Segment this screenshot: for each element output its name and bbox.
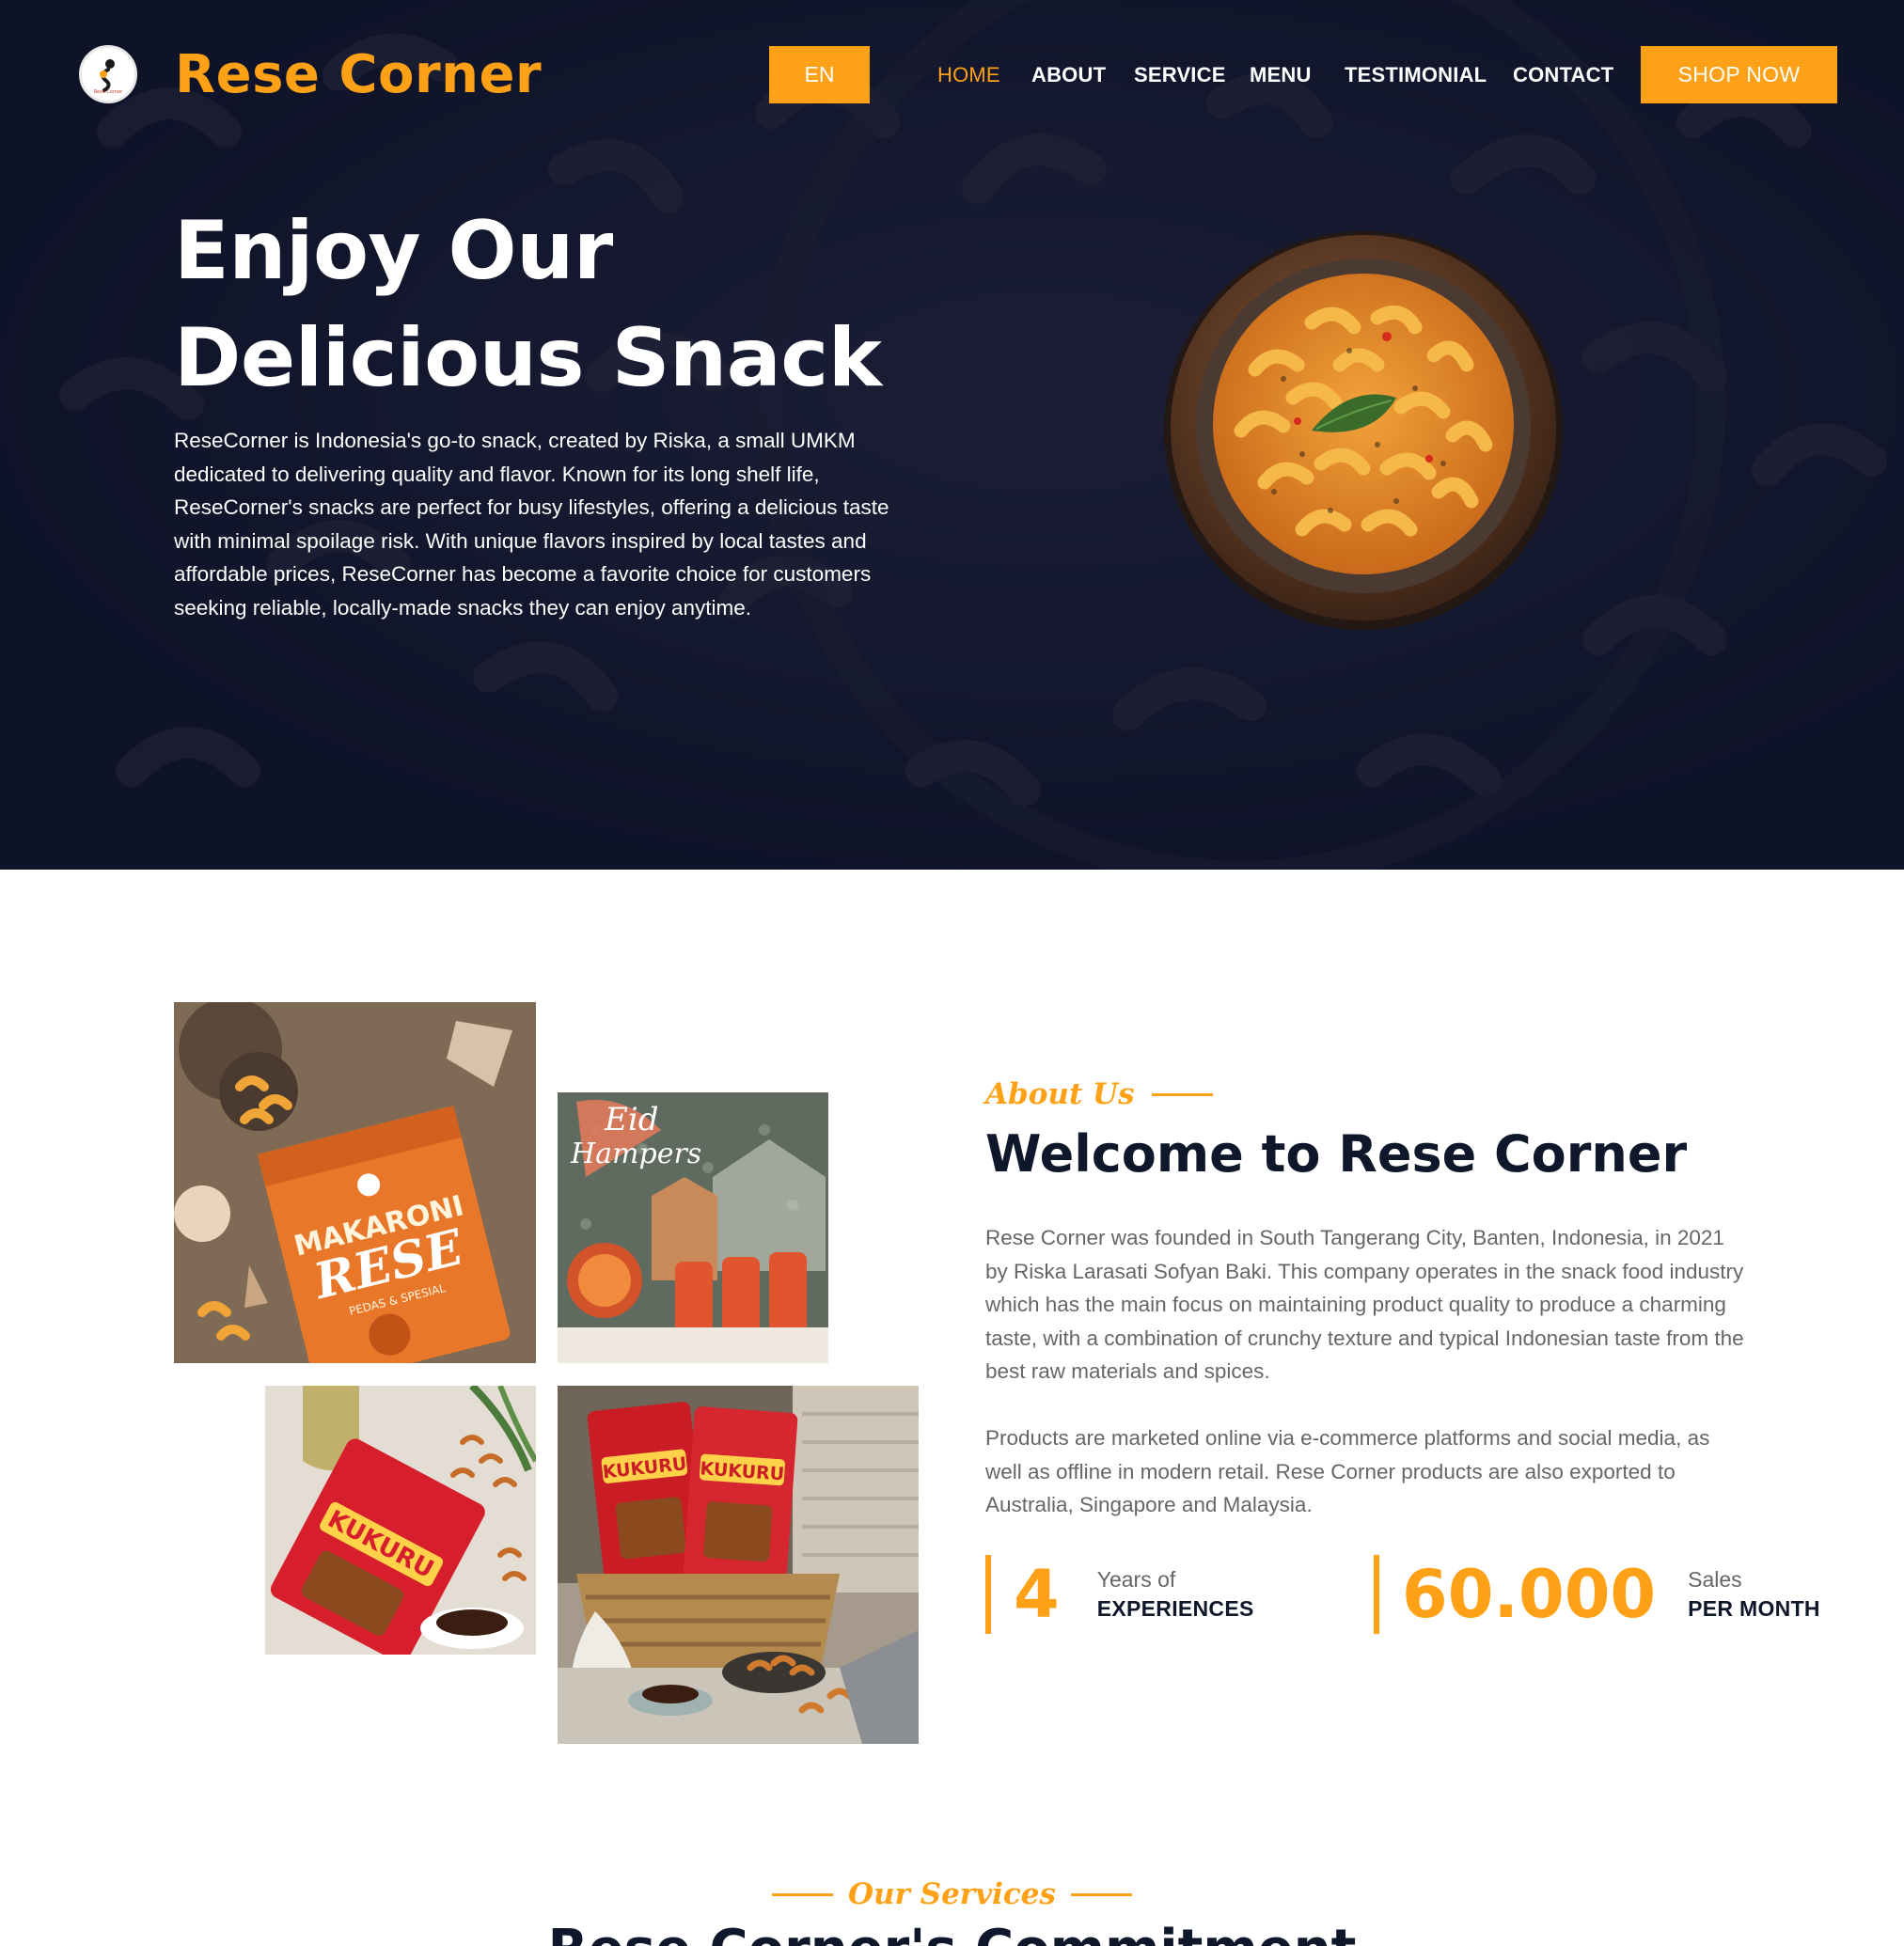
- nav-testimonial[interactable]: TESTIMONIAL: [1345, 58, 1487, 92]
- hero-title-line2: Delicious Snack: [174, 311, 882, 405]
- stat-years-bar: [985, 1555, 991, 1634]
- about-subtitle-text: About Us: [985, 1077, 1135, 1111]
- about-paragraph-2: Products are marketed online via e-comme…: [985, 1426, 1710, 1516]
- stat-sales-number: 60.000: [1402, 1556, 1657, 1633]
- nav-menu[interactable]: MENU: [1250, 58, 1312, 92]
- stat-sales-label-bottom: PER MONTH: [1688, 1596, 1820, 1621]
- hampers-line1: Eid: [604, 1101, 658, 1138]
- hero-pasta-bowl-image: [1164, 231, 1563, 630]
- about-photo-kukuru-table: KUKURU: [265, 1386, 536, 1655]
- stat-years: 4 Years of EXPERIENCES: [985, 1555, 1254, 1634]
- brand-name: Rese Corner: [175, 43, 543, 105]
- services-title: Rese Corner's Commitment: [0, 1916, 1904, 1946]
- nav-home[interactable]: HOME: [937, 58, 1000, 92]
- about-photo-eid-hampers: Eid Hampers: [558, 1092, 828, 1363]
- stat-sales: 60.000 Sales PER MONTH: [1374, 1555, 1820, 1634]
- nav-about[interactable]: ABOUT: [1031, 58, 1106, 92]
- about-photo-makaroni-rese: MAKARONI RESE PEDAS & SPESIAL: [174, 1002, 536, 1363]
- services-subtitle-divider-left: [772, 1892, 834, 1896]
- stat-years-label-bottom: EXPERIENCES: [1096, 1596, 1254, 1621]
- services-subtitle-divider-right: [1070, 1892, 1132, 1896]
- services-subtitle-text: Our Services: [848, 1877, 1056, 1911]
- services-subtitle: Our Services: [0, 1875, 1904, 1913]
- nav-contact[interactable]: CONTACT: [1513, 58, 1613, 92]
- hero-title: Enjoy Our Delicious Snack: [174, 197, 926, 412]
- about-title: Welcome to Rese Corner: [985, 1124, 1688, 1184]
- nav-service[interactable]: SERVICE: [1134, 58, 1226, 92]
- hero-description: ReseCorner is Indonesia's go-to snack, c…: [174, 429, 889, 620]
- stat-sales-label: Sales PER MONTH: [1688, 1565, 1820, 1624]
- shop-now-button[interactable]: SHOP NOW: [1641, 46, 1837, 103]
- stat-sales-label-top: Sales: [1688, 1567, 1742, 1592]
- brand[interactable]: Rese Corner Rese Corner: [79, 43, 543, 105]
- stat-sales-bar: [1374, 1555, 1379, 1634]
- hampers-line2: Hampers: [570, 1138, 701, 1170]
- stat-years-label: Years of EXPERIENCES: [1097, 1565, 1254, 1624]
- stat-years-label-top: Years of: [1096, 1567, 1176, 1592]
- about-paragraph-1: Rese Corner was founded in South Tangera…: [985, 1226, 1744, 1383]
- about-photo-kukuru-basket: KUKURU KUKURU: [558, 1386, 919, 1744]
- brand-logo-icon: Rese Corner: [79, 45, 137, 103]
- hero-title-line1: Enjoy Our: [174, 204, 613, 298]
- about-subtitle: About Us: [985, 1074, 1213, 1115]
- language-button[interactable]: EN: [769, 46, 870, 103]
- about-subtitle-divider: [1151, 1092, 1213, 1096]
- stat-years-number: 4: [1014, 1556, 1060, 1633]
- hero-section: Rese Corner Rese Corner EN HOME ABOUT SE…: [0, 0, 1904, 870]
- brand-logo-text: Rese Corner: [94, 89, 123, 95]
